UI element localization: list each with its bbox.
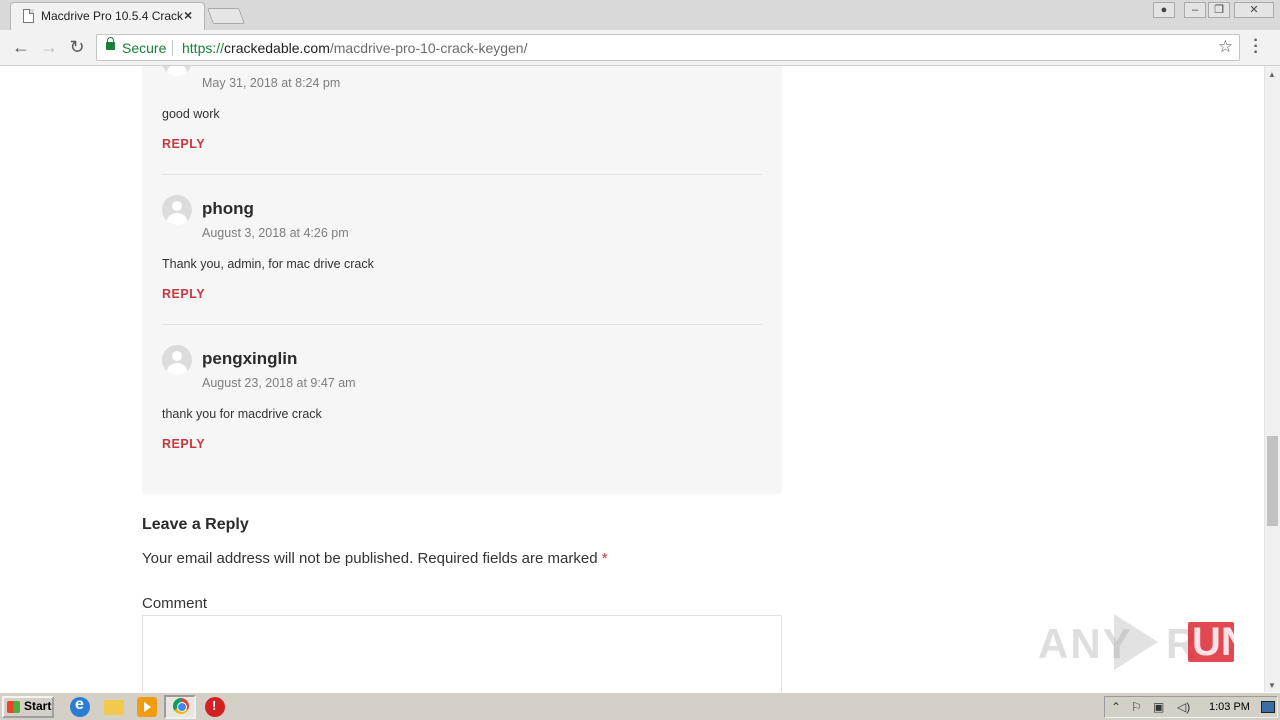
comment-textarea[interactable] — [142, 615, 782, 692]
volume-icon[interactable]: ◁) — [1177, 700, 1190, 714]
avatar — [162, 345, 192, 375]
action-center-flag-icon[interactable]: ⚐ — [1131, 700, 1142, 714]
comment-author: pengxinglin — [202, 349, 298, 368]
taskbar: Start ⌃ ⚐ ▣ ◁) 1:03 PM — [0, 692, 1280, 720]
comment-text: thank you for macdrive crack — [162, 407, 322, 421]
forward-arrow-icon[interactable]: → — [38, 36, 60, 58]
comment-date[interactable]: May 31, 2018 at 8:24 pm — [202, 76, 340, 90]
browser-tab[interactable]: Macdrive Pro 10.5.4 Crack Keygen × — [10, 2, 205, 30]
comment-author: phong — [202, 199, 254, 218]
close-window-button[interactable]: ✕ — [1234, 2, 1274, 18]
chrome-icon — [173, 698, 189, 714]
scroll-up-icon[interactable]: ▲ — [1268, 70, 1276, 79]
address-bar[interactable]: Secure https://crackedable.com/macdrive-… — [96, 34, 1240, 61]
network-icon[interactable]: ▣ — [1153, 700, 1164, 714]
menu-kebab-icon[interactable]: · · · — [1252, 33, 1260, 61]
leave-reply-heading: Leave a Reply — [142, 516, 249, 533]
back-arrow-icon[interactable]: ← — [10, 36, 32, 58]
comment-date[interactable]: August 3, 2018 at 4:26 pm — [202, 226, 349, 240]
required-mark: * — [601, 550, 608, 567]
user-icon[interactable]: ● — [1153, 2, 1175, 18]
tab-title: Macdrive Pro 10.5.4 Crack Keygen — [41, 9, 183, 23]
comment-divider — [162, 324, 762, 325]
secure-label: Secure — [122, 40, 167, 56]
windows-flag-icon — [7, 701, 20, 713]
anyrun-watermark: ANY R UN — [1038, 610, 1250, 670]
reply-notes: Your email address will not be published… — [142, 550, 608, 567]
reply-notes-text: Your email address will not be published… — [142, 550, 598, 567]
new-tab-button[interactable] — [207, 8, 245, 24]
avatar — [162, 195, 192, 225]
browser-toolbar: ← → ↻ Secure https://crackedable.com/mac… — [0, 30, 1280, 66]
avatar — [162, 66, 192, 76]
url-text[interactable]: https://crackedable.com/macdrive-pro-10-… — [182, 40, 527, 56]
lock-icon — [106, 37, 115, 50]
start-label: Start — [24, 699, 52, 713]
reply-link[interactable]: REPLY — [162, 437, 205, 451]
comment-divider — [162, 174, 762, 175]
comment-text: good work — [162, 107, 220, 121]
comment-date[interactable]: August 23, 2018 at 9:47 am — [202, 376, 356, 390]
chrome-taskbar-button[interactable] — [164, 695, 196, 719]
play-icon — [1114, 614, 1158, 670]
internet-explorer-icon[interactable] — [70, 696, 90, 717]
vertical-scrollbar[interactable]: ▲ ▼ — [1264, 66, 1280, 692]
tab-close-icon[interactable]: × — [184, 7, 192, 23]
comment-text: Thank you, admin, for mac drive crack — [162, 257, 374, 271]
scroll-thumb[interactable] — [1267, 436, 1278, 526]
url-host: crackedable.com — [224, 40, 330, 56]
media-player-icon[interactable] — [137, 697, 157, 717]
scroll-down-icon[interactable]: ▼ — [1268, 681, 1276, 690]
system-tray: ⌃ ⚐ ▣ ◁) 1:03 PM — [1104, 696, 1278, 718]
comment-label: Comment — [142, 595, 208, 612]
show-hidden-icons-icon[interactable]: ⌃ — [1111, 700, 1121, 714]
browser-titlebar: Macdrive Pro 10.5.4 Crack Keygen × ● – ❐… — [0, 0, 1280, 30]
watermark-un: UN — [1192, 620, 1250, 664]
show-desktop-icon[interactable] — [1261, 701, 1275, 713]
comments-list: May 31, 2018 at 8:24 pm good work REPLY … — [142, 66, 782, 494]
url-path: /macdrive-pro-10-crack-keygen/ — [329, 40, 528, 56]
restore-button[interactable]: ❐ — [1208, 2, 1230, 18]
clock[interactable]: 1:03 PM — [1209, 701, 1250, 713]
omnibox-divider — [172, 40, 173, 56]
alert-icon[interactable] — [205, 697, 225, 717]
reload-icon[interactable]: ↻ — [66, 36, 88, 58]
page-icon — [23, 9, 34, 23]
reply-link[interactable]: REPLY — [162, 137, 205, 151]
url-scheme: https:// — [182, 40, 225, 56]
page-viewport: May 31, 2018 at 8:24 pm good work REPLY … — [0, 66, 1264, 692]
minimize-button[interactable]: – — [1184, 2, 1206, 18]
start-button[interactable]: Start — [2, 696, 54, 718]
reply-link[interactable]: REPLY — [162, 287, 205, 301]
bookmark-star-icon[interactable]: ☆ — [1218, 37, 1233, 57]
folder-icon[interactable] — [104, 700, 124, 715]
